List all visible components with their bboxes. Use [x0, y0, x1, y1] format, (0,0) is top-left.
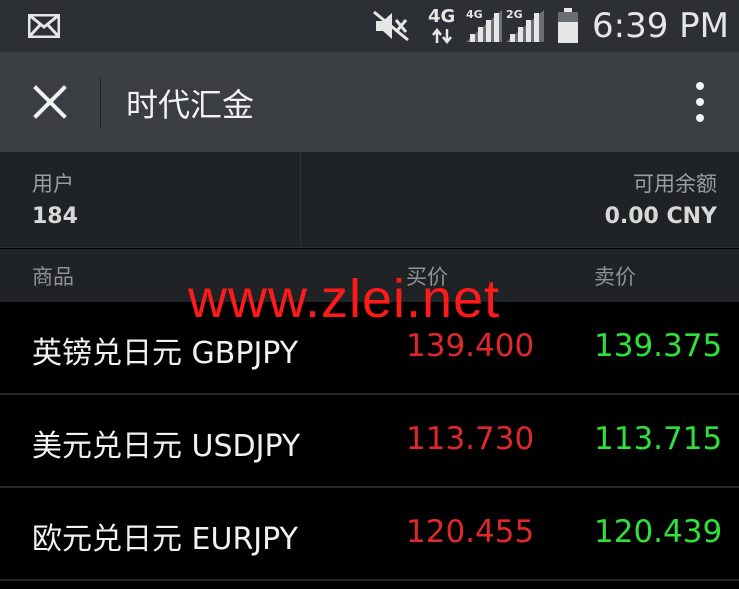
sim1-network-label: 4G — [466, 8, 483, 21]
user-id-value: 184 — [32, 204, 78, 229]
battery-icon — [558, 8, 578, 43]
quote-buy-price: 139.400 — [406, 328, 535, 364]
quote-table-header: 商品 买价 卖价 — [0, 249, 739, 302]
more-vertical-icon — [696, 82, 704, 122]
close-button[interactable] — [22, 74, 78, 130]
app-bar: 时代汇金 — [0, 52, 739, 152]
user-label: 用户 — [32, 172, 74, 196]
quote-buy-price: 120.455 — [406, 514, 535, 550]
available-balance-label: 可用余额 — [633, 172, 717, 196]
data-arrows-icon — [432, 28, 452, 44]
quote-name: 英镑兑日元 GBPJPY — [32, 336, 299, 371]
quote-row-gbpjpy[interactable]: 英镑兑日元 GBPJPY 139.400 139.375 — [0, 302, 739, 395]
more-options-button[interactable] — [684, 76, 716, 132]
page-title: 时代汇金 — [126, 86, 255, 124]
header-product: 商品 — [32, 265, 74, 289]
status-clock: 6:39 PM — [592, 6, 729, 46]
quote-name: 欧元兑日元 EURJPY — [32, 522, 298, 557]
account-divider — [300, 152, 301, 248]
screen: 4G 4G 2G 6:39 PM 时代汇金 用户 184 可用余额 0.00 C… — [0, 0, 739, 589]
sim2-network-label: 2G — [506, 8, 523, 21]
mail-icon — [28, 14, 60, 38]
quote-list: 英镑兑日元 GBPJPY 139.400 139.375 美元兑日元 USDJP… — [0, 302, 739, 581]
account-summary: 用户 184 可用余额 0.00 CNY — [0, 152, 739, 248]
quote-sell-price: 120.439 — [594, 514, 723, 550]
mute-icon — [373, 10, 409, 42]
app-bar-divider — [100, 78, 101, 128]
quote-row-eurjpy[interactable]: 欧元兑日元 EURJPY 120.455 120.439 — [0, 488, 739, 581]
network-type-label: 4G — [428, 6, 456, 27]
quote-sell-price: 113.715 — [594, 421, 723, 457]
quote-row-usdjpy[interactable]: 美元兑日元 USDJPY 113.730 113.715 — [0, 395, 739, 488]
quote-buy-price: 113.730 — [406, 421, 535, 457]
status-bar: 4G 4G 2G 6:39 PM — [0, 0, 739, 52]
quote-sell-price: 139.375 — [594, 328, 723, 364]
quote-name: 美元兑日元 USDJPY — [32, 429, 301, 464]
available-balance-value: 0.00 CNY — [604, 204, 717, 229]
header-buy-price: 买价 — [406, 265, 448, 289]
header-sell-price: 卖价 — [594, 265, 636, 289]
close-icon — [33, 85, 67, 119]
